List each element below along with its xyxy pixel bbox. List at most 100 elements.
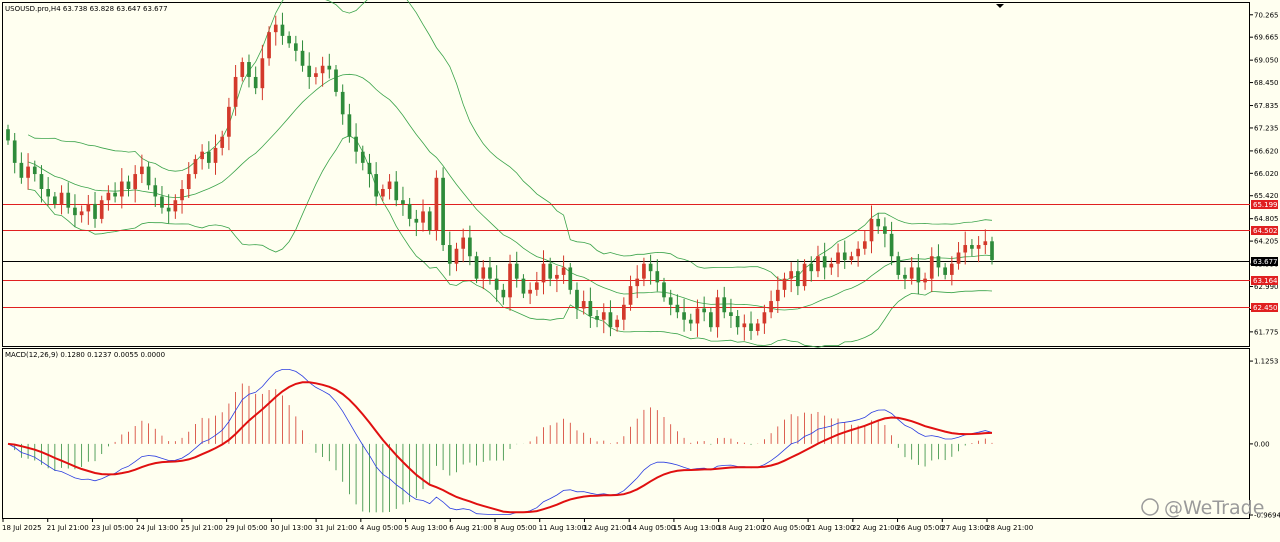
time-axis-label: 27 Aug 13:00	[941, 524, 988, 532]
price-axis-label: 69.050	[1254, 57, 1279, 65]
candle-body	[829, 263, 834, 268]
candle	[508, 254, 512, 311]
candle-body	[227, 106, 231, 137]
macd-info-label: MACD(12,26,9) 0.1280 0.1237 0.0055 0.000…	[5, 351, 165, 359]
candle	[73, 194, 77, 228]
candle-body	[468, 237, 472, 257]
candle	[555, 265, 559, 293]
candle	[293, 35, 298, 62]
candle	[180, 180, 184, 214]
candle-body	[394, 181, 399, 201]
candle	[715, 289, 720, 338]
candle	[334, 65, 338, 97]
candle	[662, 277, 666, 302]
candle-body	[32, 166, 37, 175]
candle-body	[601, 312, 606, 320]
price-axis-label: 64.805	[1254, 215, 1279, 223]
candle-body	[608, 312, 613, 328]
candle	[374, 162, 379, 206]
candle	[916, 253, 921, 295]
candle-body	[79, 211, 84, 216]
candle-body	[762, 312, 767, 324]
candle	[119, 168, 124, 209]
candle-body	[300, 50, 305, 66]
candle-body	[140, 166, 144, 175]
candle	[153, 177, 158, 207]
candle-body	[662, 282, 666, 298]
time-axis-label: 24 Jul 13:00	[136, 524, 178, 532]
candle	[206, 141, 211, 169]
candle-body	[802, 263, 807, 287]
candle	[842, 240, 847, 269]
candle	[581, 290, 586, 315]
candle	[595, 310, 599, 328]
candle-body	[628, 286, 633, 305]
candle-body	[273, 24, 278, 33]
chart-shift-icon[interactable]	[996, 4, 1004, 8]
candle	[394, 171, 399, 207]
candle-body	[106, 192, 111, 201]
candle-body	[916, 267, 921, 283]
candle-body	[943, 267, 947, 275]
candle	[59, 185, 64, 215]
candle-body	[146, 166, 151, 186]
candle-body	[481, 267, 486, 279]
chart-canvas[interactable]: 70.265 69.665 69.050 68.450 67.835 67.235 66.6…	[0, 0, 1280, 537]
candle-body	[883, 226, 887, 234]
time-axis-label: 30 Jul 13:00	[270, 524, 312, 532]
candle-body	[501, 289, 506, 298]
candle-body	[668, 297, 673, 305]
candle	[936, 244, 941, 277]
candle-body	[568, 267, 573, 290]
candle	[240, 57, 245, 82]
level-badge-label: 65.199	[1253, 201, 1278, 209]
candle-body	[903, 274, 907, 279]
candle	[976, 236, 981, 263]
candle-body	[534, 282, 539, 290]
candle	[822, 242, 827, 280]
candle-body	[474, 256, 479, 279]
candle	[588, 287, 593, 328]
candle	[213, 134, 218, 175]
candle	[782, 272, 787, 298]
candle-body	[206, 151, 211, 163]
candle	[126, 175, 131, 197]
candle	[963, 231, 968, 265]
candle-body	[6, 129, 10, 141]
candle-body	[46, 189, 51, 197]
candle	[99, 195, 104, 224]
candle	[401, 186, 405, 216]
time-axis-label: 23 Jul 05:00	[91, 524, 133, 532]
candle	[113, 182, 117, 203]
candle-body	[709, 312, 713, 328]
candle	[12, 132, 17, 174]
candle-body	[334, 69, 338, 92]
candle	[675, 294, 680, 319]
candle-body	[648, 263, 653, 272]
candle	[133, 165, 138, 203]
candle	[46, 177, 51, 206]
candle-body	[809, 263, 814, 272]
candle-body	[260, 58, 265, 89]
candle-body	[655, 271, 660, 283]
candle	[829, 257, 834, 275]
candle	[407, 197, 412, 227]
candle	[247, 54, 251, 88]
candle-body	[749, 323, 753, 331]
candle	[166, 194, 171, 224]
candle	[474, 251, 479, 284]
macd-axis-label: 0.00	[1254, 440, 1270, 448]
macd-indicator	[7, 369, 993, 515]
candle	[253, 66, 258, 95]
candle	[722, 286, 727, 319]
candle-body	[19, 162, 24, 178]
candle-body	[642, 263, 646, 279]
candle	[903, 267, 907, 290]
candle	[923, 272, 927, 290]
candle	[340, 84, 345, 125]
candle	[883, 217, 887, 248]
candle-body	[702, 308, 707, 313]
price-axis-label: 66.020	[1254, 170, 1279, 178]
candle-body	[233, 76, 238, 107]
candle	[575, 282, 579, 319]
